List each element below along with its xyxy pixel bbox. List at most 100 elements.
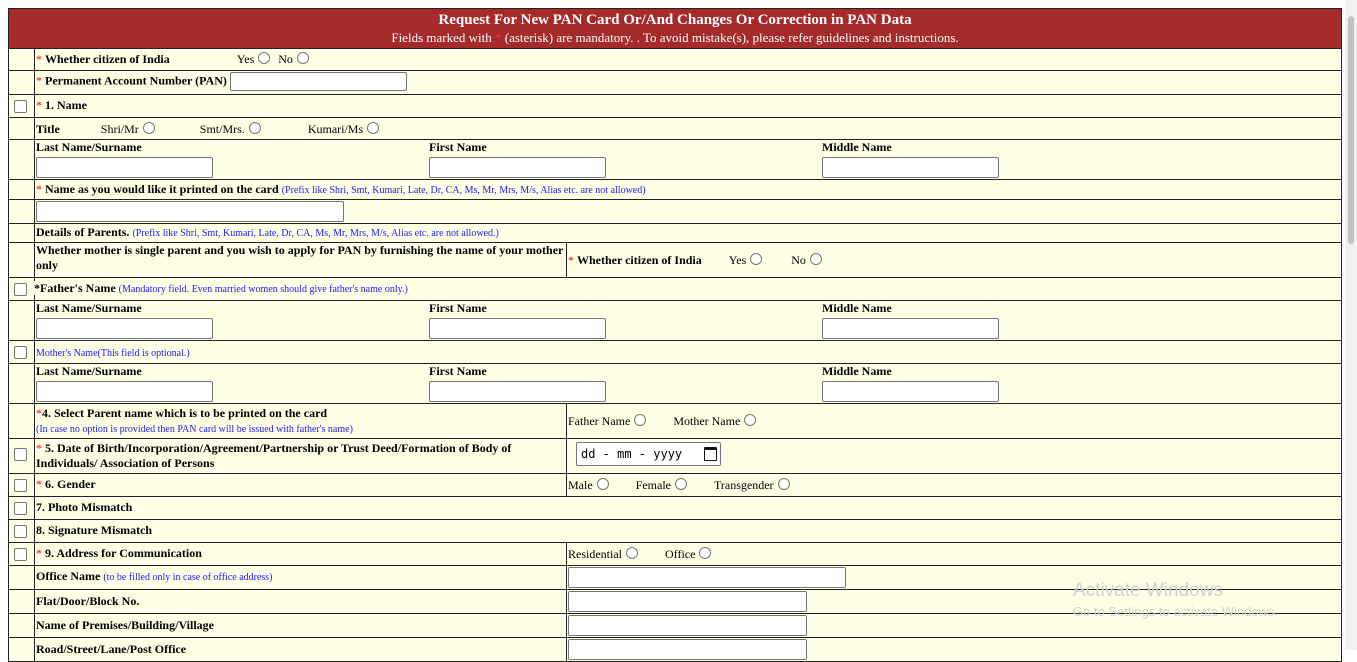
mother-first-name-input[interactable] <box>429 381 606 402</box>
pan-form-table: Request For New PAN Card Or/And Changes … <box>7 8 1343 662</box>
father-middle-name-input[interactable] <box>822 318 999 339</box>
title-row: Title Shri/Mr Smt/Mrs. Kumari/Ms <box>33 117 1343 140</box>
premises-input[interactable] <box>568 615 807 636</box>
activate-windows-watermark: Activate Windows Go to Settings to activ… <box>1073 580 1278 621</box>
name-section-label: 1. Name <box>45 98 87 112</box>
parent-print-mother-label: Mother Name <box>673 413 741 428</box>
applicant-first-name-label: First Name <box>429 140 487 154</box>
single-parent-label: Whether mother is single parent and you … <box>36 243 564 272</box>
print-name-label: Name as you would like it printed on the… <box>45 182 279 196</box>
citizen-yes-label: Yes <box>236 52 255 66</box>
applicant-middle-name-input[interactable] <box>822 157 999 178</box>
name-checkbox[interactable] <box>14 100 27 113</box>
gender-female-radio[interactable] <box>674 478 687 490</box>
address-office-label: Office <box>665 547 696 561</box>
vertical-scrollbar[interactable] <box>1345 0 1357 650</box>
single-parent-yes-label: Yes <box>728 252 747 267</box>
office-name-input[interactable] <box>568 567 846 588</box>
photo-mismatch-checkbox[interactable] <box>14 502 27 515</box>
title-smt-label: Smt/Mrs. <box>199 122 245 136</box>
address-residential-radio[interactable] <box>626 547 638 559</box>
citizen-label: Whether citizen of India <box>45 52 170 66</box>
dob-label: 5. Date of Birth/Incorporation/Agreement… <box>36 441 512 470</box>
dob-date-placeholder: dd - mm - yyyy <box>581 446 683 461</box>
mother-last-name-input[interactable] <box>36 381 213 402</box>
print-name-input[interactable] <box>36 201 344 222</box>
citizen-row: * Whether citizen of India Yes No <box>33 48 1343 71</box>
citizen-yes-radio[interactable] <box>258 52 271 64</box>
office-name-note: (to be filled only in case of office add… <box>103 572 273 583</box>
calendar-icon[interactable] <box>704 447 717 461</box>
applicant-last-name-input[interactable] <box>36 157 213 178</box>
single-parent-no-radio[interactable] <box>809 252 822 265</box>
parent-print-note: (In case no option is provided then PAN … <box>36 424 353 435</box>
gender-male-radio[interactable] <box>596 478 609 490</box>
office-name-label: Office Name <box>36 569 101 583</box>
father-label: *Father's Name <box>34 281 116 295</box>
form-header: Request For New PAN Card Or/And Changes … <box>7 8 1343 49</box>
citizen-no-radio[interactable] <box>296 52 309 64</box>
mother-middle-name-input[interactable] <box>822 381 999 402</box>
road-label: Road/Street/Lane/Post Office <box>36 642 187 656</box>
father-first-name-input[interactable] <box>429 318 606 339</box>
mother-last-name-label: Last Name/Surname <box>36 364 142 378</box>
gender-checkbox[interactable] <box>14 479 27 492</box>
form-title: Request For New PAN Card Or/And Changes … <box>438 12 912 28</box>
premises-label: Name of Premises/Building/Village <box>36 618 214 632</box>
title-shri-radio[interactable] <box>142 122 155 134</box>
flat-input[interactable] <box>568 591 807 612</box>
form-subtitle: Fields marked with * (asterisk) are mand… <box>391 30 959 45</box>
flat-label: Flat/Door/Block No. <box>36 594 140 608</box>
parent-print-mother-radio[interactable] <box>744 413 757 426</box>
gender-label: 6. Gender <box>45 477 96 491</box>
title-kumari-radio[interactable] <box>367 122 380 134</box>
gender-transgender-label: Transgender <box>713 478 774 492</box>
pan-input[interactable] <box>229 72 407 91</box>
watermark-line-1: Activate Windows <box>1073 580 1223 601</box>
parent-print-label: 4. Select Parent name which is to be pri… <box>42 406 328 420</box>
applicant-first-name-input[interactable] <box>429 157 606 178</box>
print-name-note: (Prefix like Shri, Smt, Kumari, Late, Dr… <box>281 185 646 196</box>
pan-row: * Permanent Account Number (PAN) <box>33 70 1343 95</box>
citizen-no-label: No <box>278 52 293 66</box>
pan-form: Request For New PAN Card Or/And Changes … <box>7 8 1343 662</box>
photo-mismatch-label: 7. Photo Mismatch <box>36 500 133 514</box>
father-middle-name-label: Middle Name <box>822 301 892 315</box>
gender-female-label: Female <box>635 478 671 492</box>
dob-checkbox[interactable] <box>14 447 27 461</box>
address-checkbox[interactable] <box>14 548 27 561</box>
signature-mismatch-label: 8. Signature Mismatch <box>36 523 153 537</box>
single-parent-no-label: No <box>791 252 806 267</box>
title-shri-label: Shri/Mr <box>100 122 139 136</box>
address-label: 9. Address for Communication <box>45 546 202 560</box>
single-parent-yes-radio[interactable] <box>750 252 763 265</box>
father-note: (Mandatory field. Even married women sho… <box>118 284 408 295</box>
address-residential-label: Residential <box>568 547 622 561</box>
single-parent-citizen-label: Whether citizen of India <box>577 252 702 267</box>
parent-print-father-radio[interactable] <box>634 413 647 426</box>
father-first-name-label: First Name <box>429 301 487 315</box>
gender-transgender-radio[interactable] <box>777 478 790 490</box>
title-kumari-label: Kumari/Ms <box>307 122 364 136</box>
dob-date-input[interactable]: dd - mm - yyyy <box>576 442 721 466</box>
title-smt-radio[interactable] <box>248 122 261 134</box>
father-last-name-input[interactable] <box>36 318 213 339</box>
signature-mismatch-checkbox[interactable] <box>14 525 27 538</box>
address-office-radio[interactable] <box>699 547 712 559</box>
parents-label: Details of Parents. <box>36 225 130 239</box>
mother-first-name-label: First Name <box>429 364 487 378</box>
watermark-line-2: Go to Settings to activate Windows. <box>1073 604 1279 619</box>
applicant-last-name-label: Last Name/Surname <box>36 140 142 154</box>
parents-note: (Prefix like Shri, Smt, Kumari, Late, Dr… <box>132 228 499 239</box>
mother-middle-name-label: Middle Name <box>822 364 892 378</box>
applicant-middle-name-label: Middle Name <box>822 140 892 154</box>
father-last-name-label: Last Name/Surname <box>36 301 142 315</box>
gender-male-label: Male <box>568 478 593 492</box>
title-label: Title <box>36 122 60 136</box>
pan-label: Permanent Account Number (PAN) <box>45 73 227 88</box>
mother-checkbox[interactable] <box>14 346 27 359</box>
scrollbar-thumb[interactable] <box>1348 16 1354 244</box>
mother-label: Mother's Name(This field is optional.) <box>36 348 190 359</box>
parent-print-father-label: Father Name <box>568 413 631 428</box>
father-checkbox[interactable] <box>14 283 27 296</box>
